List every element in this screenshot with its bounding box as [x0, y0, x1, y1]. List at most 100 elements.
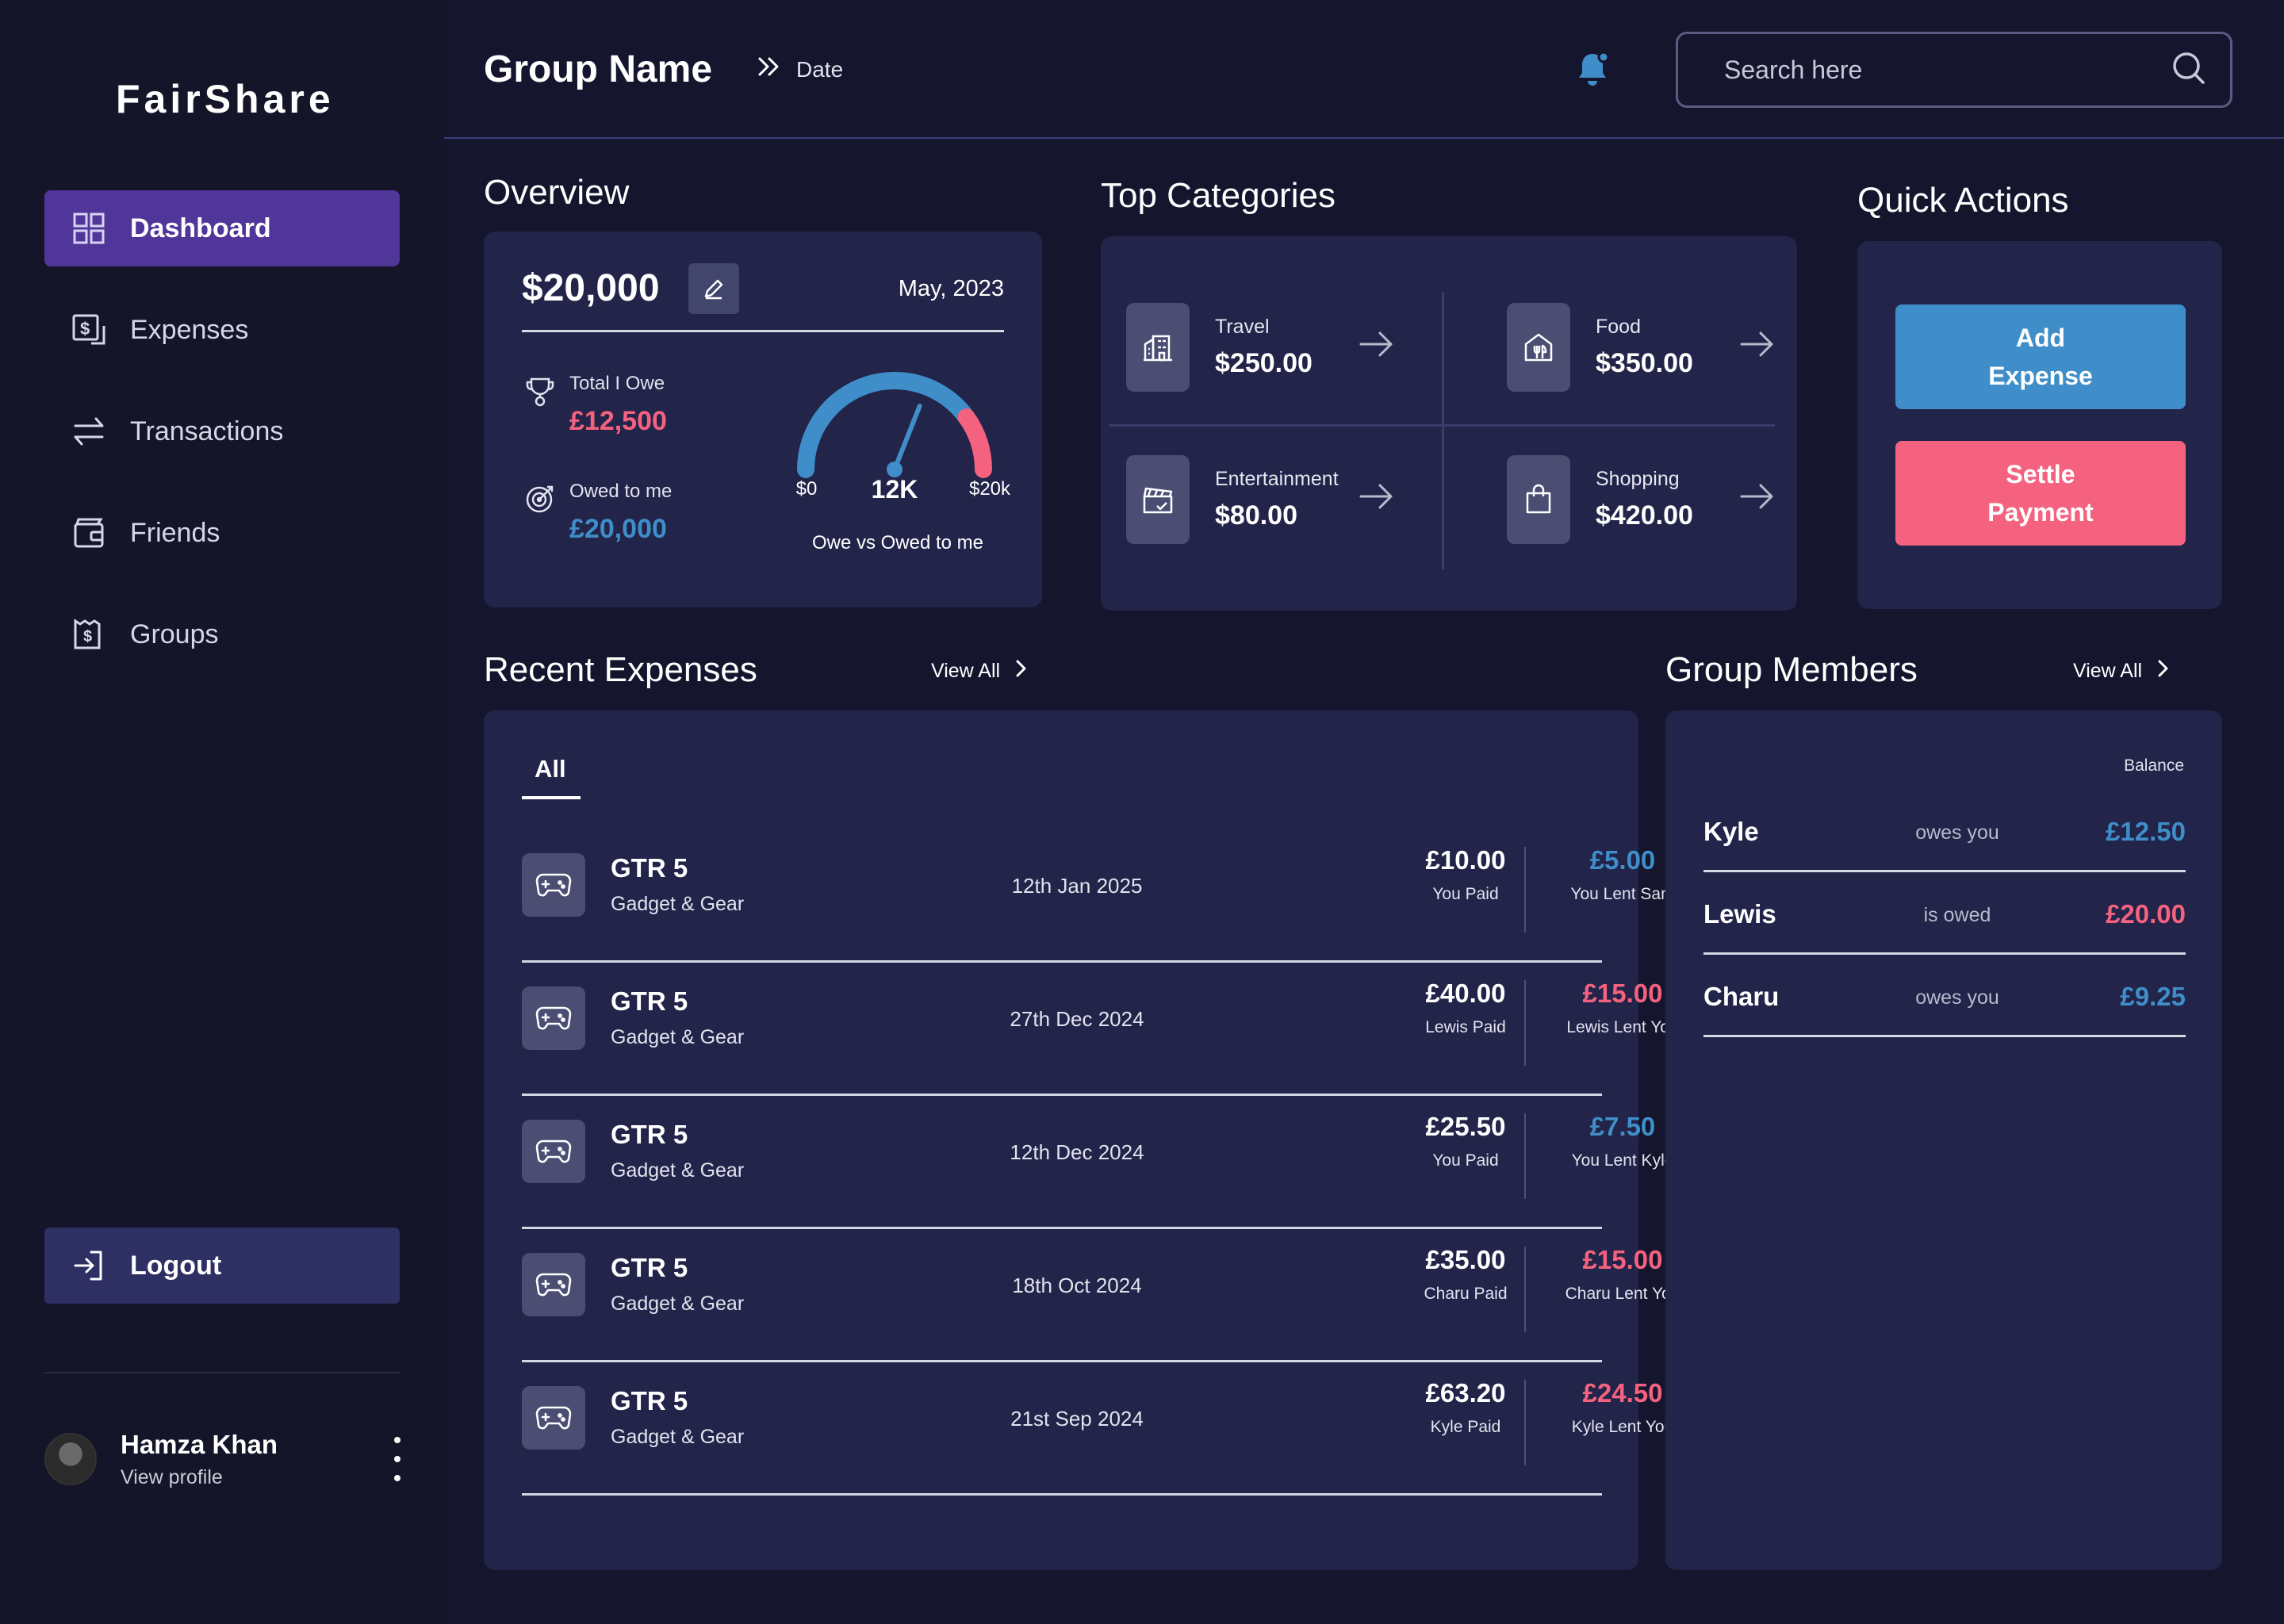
tab-active-indicator [522, 796, 581, 799]
category-food[interactable]: Food $350.00 [1507, 300, 1776, 395]
top-categories-card: Travel $250.00 Food $350.00 Entertainmen… [1101, 236, 1797, 611]
sidebar-item-transactions[interactable]: Transactions [44, 393, 400, 469]
member-row[interactable]: Kyle owes you £12.50 [1703, 790, 2186, 872]
total-owe-stat: Total I Owe £12,500 [525, 373, 667, 437]
expense-separator [1524, 980, 1526, 1066]
expense-row[interactable]: GTR 5 Gadget & Gear 12th Dec 2024 £25.50 You… [522, 1096, 1673, 1229]
owed-value: £20,000 [569, 514, 667, 544]
paid-by-label: Kyle Paid [1430, 1418, 1501, 1436]
search-box [1676, 32, 2232, 108]
expense-category: Gadget & Gear [611, 1293, 745, 1315]
sidebar: FairShare Dashboard $ Expenses Transacti… [0, 0, 444, 1624]
expense-receipt-icon: $ [71, 312, 106, 347]
svg-text:$: $ [80, 319, 90, 339]
arrow-right-icon[interactable] [1738, 328, 1776, 364]
sidebar-item-label: Dashboard [130, 213, 271, 243]
owed-to-me-stat: Owed to me £20,000 [525, 481, 672, 545]
user-profile[interactable]: Hamza Khan View profile [44, 1427, 409, 1491]
category-shopping[interactable]: Shopping $420.00 [1507, 452, 1776, 547]
member-balance: £20.00 [2106, 899, 2186, 929]
category-label: Entertainment [1215, 468, 1339, 490]
top-categories-title: Top Categories [1101, 176, 1336, 215]
overview-title: Overview [484, 173, 630, 212]
tab-all[interactable]: All [535, 755, 566, 783]
expense-row[interactable]: GTR 5 Gadget & Gear 18th Oct 2024 £35.00 Cha… [522, 1229, 1680, 1362]
more-options-icon[interactable] [385, 1437, 409, 1481]
category-label: Food [1596, 316, 1641, 338]
member-relation: is owed [1923, 904, 1991, 926]
member-relation: owes you [1915, 822, 1999, 844]
expense-title: GTR 5 [611, 853, 688, 883]
member-row[interactable]: Lewis is owed £20.00 [1703, 872, 2186, 955]
breadcrumb[interactable]: Date [757, 56, 843, 83]
paid-amount: £63.20 [1425, 1378, 1506, 1408]
sidebar-item-dashboard[interactable]: Dashboard [44, 190, 400, 266]
sidebar-item-expenses[interactable]: $ Expenses [44, 292, 400, 368]
paid-by-label: Lewis Paid [1425, 1018, 1506, 1036]
expense-title: GTR 5 [611, 1386, 688, 1415]
logout-button[interactable]: Logout [44, 1228, 400, 1304]
category-value: $250.00 [1215, 348, 1313, 378]
clapperboard-icon [1126, 455, 1190, 544]
gauge-max-label: $20k [969, 478, 1011, 500]
expense-row[interactable]: GTR 5 Gadget & Gear 27th Dec 2024 £40.00 Lew… [522, 963, 1679, 1096]
owe-vs-owed-gauge: $0 12K $20k Owe vs Owed to me [796, 372, 1011, 553]
category-divider-horizontal [1109, 424, 1775, 427]
profile-name: Hamza Khan [121, 1429, 278, 1459]
logout-icon [71, 1248, 106, 1283]
quick-actions-card: Add Expense Settle Payment [1857, 241, 2222, 609]
recent-view-all-link[interactable]: View All [931, 658, 1029, 684]
expense-category: Gadget & Gear [611, 893, 745, 915]
edit-amount-button[interactable] [688, 263, 739, 314]
expense-row[interactable]: GTR 5 Gadget & Gear 12th Jan 2025 £10.00 You… [522, 829, 1675, 963]
member-balance: £12.50 [2106, 817, 2186, 846]
expense-date: 12th Jan 2025 [1011, 874, 1143, 898]
view-all-label: View All [931, 660, 1001, 682]
category-value: $350.00 [1596, 348, 1693, 378]
paid-amount: £40.00 [1425, 979, 1506, 1008]
expense-separator [1524, 1247, 1526, 1332]
gauge-owed-segment [957, 408, 992, 478]
paid-by-label: Charu Paid [1424, 1285, 1508, 1303]
sidebar-item-groups[interactable]: $ Groups [44, 596, 400, 672]
header-divider [444, 137, 2284, 139]
arrow-right-icon[interactable] [1358, 328, 1396, 364]
expense-title: GTR 5 [611, 986, 688, 1016]
expense-row[interactable]: GTR 5 Gadget & Gear 21st Sep 2024 £63.20 Kyl… [522, 1362, 1673, 1496]
expense-title: GTR 5 [611, 1120, 688, 1149]
arrow-right-icon[interactable] [1358, 481, 1396, 516]
quick-actions-title: Quick Actions [1857, 181, 2069, 220]
expense-paid: £35.00 Charu Paid [1386, 1229, 1545, 1304]
view-profile-link[interactable]: View profile [121, 1466, 278, 1489]
group-members-title: Group Members [1665, 650, 1918, 689]
gamepad-icon [522, 1386, 585, 1450]
category-entertainment[interactable]: Entertainment $80.00 [1126, 452, 1396, 547]
arrow-right-icon[interactable] [1738, 481, 1776, 516]
paid-by-label: You Paid [1432, 1151, 1499, 1170]
owe-label: Total I Owe [569, 373, 665, 394]
expense-separator [1524, 1113, 1526, 1199]
category-travel[interactable]: Travel $250.00 [1126, 300, 1396, 395]
member-row[interactable]: Charu owes you £9.25 [1703, 955, 2186, 1037]
sidebar-item-friends[interactable]: Friends [44, 495, 400, 571]
restaurant-icon [1507, 303, 1570, 392]
expense-date: 27th Dec 2024 [1010, 1007, 1144, 1031]
search-input[interactable] [1724, 55, 2171, 85]
expense-separator [1524, 1380, 1526, 1465]
member-name: Kyle [1703, 817, 1759, 846]
add-expense-button[interactable]: Add Expense [1895, 304, 2186, 409]
page-title: Group Name [484, 48, 713, 90]
gamepad-icon [522, 1120, 585, 1183]
expense-date: 21st Sep 2024 [1010, 1407, 1144, 1431]
notification-bell-icon[interactable] [1573, 49, 1611, 87]
member-relation: owes you [1915, 986, 1999, 1009]
shopping-bag-icon [1507, 455, 1570, 544]
app-root: FairShare Dashboard $ Expenses Transacti… [0, 0, 2284, 1624]
members-view-all-link[interactable]: View All [2073, 658, 2171, 684]
gauge-min-label: $0 [796, 478, 818, 500]
member-name: Lewis [1703, 899, 1776, 929]
gauge-caption: Owe vs Owed to me [812, 532, 983, 553]
paid-by-label: You Paid [1432, 885, 1499, 903]
settle-payment-button[interactable]: Settle Payment [1895, 441, 2186, 546]
search-icon[interactable] [2171, 51, 2206, 90]
